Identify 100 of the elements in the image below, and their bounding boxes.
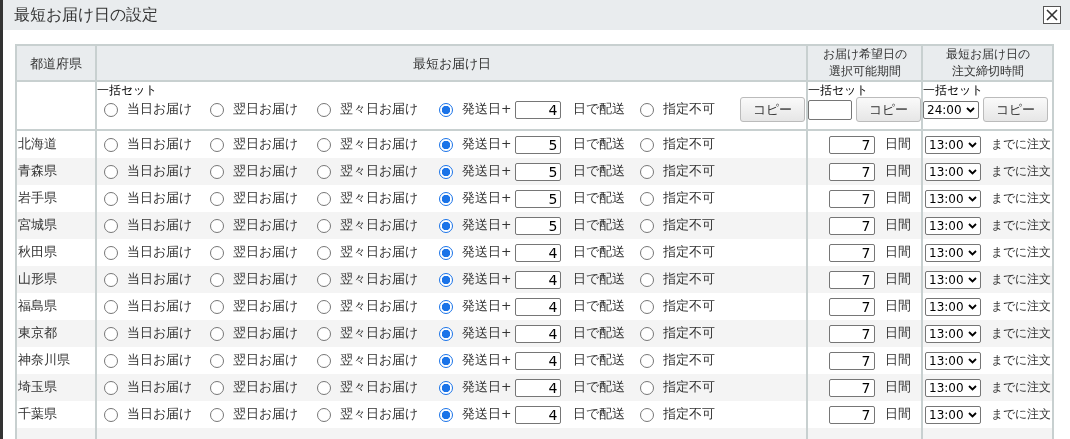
radio-button[interactable] [104, 299, 118, 314]
radio-button[interactable] [210, 326, 224, 341]
period-field[interactable]: 7 [828, 351, 875, 370]
period-field[interactable]: 7 [828, 324, 875, 343]
period-field[interactable]: 7 [828, 135, 875, 154]
radio-button[interactable] [104, 407, 118, 422]
period-field[interactable]: 7 [828, 405, 875, 424]
radio-button[interactable] [439, 218, 453, 233]
radio-button[interactable] [640, 164, 654, 179]
radio-button[interactable] [210, 299, 224, 314]
time-select[interactable]: 13:00 [925, 135, 981, 154]
radio-button[interactable] [640, 380, 654, 395]
period-field[interactable]: 7 [828, 189, 875, 208]
period-field[interactable]: 7 [828, 297, 875, 316]
radio-button[interactable] [210, 102, 224, 117]
radio-button[interactable] [104, 380, 118, 395]
radio-button[interactable] [439, 380, 453, 395]
radio-button[interactable] [210, 137, 224, 152]
radio-button[interactable] [317, 299, 331, 314]
radio-button[interactable] [317, 245, 331, 260]
days-field[interactable]: 4 [515, 243, 562, 262]
radio-button[interactable] [317, 137, 331, 152]
radio-button[interactable] [104, 245, 118, 260]
time-select[interactable]: 24:00 [924, 100, 979, 119]
radio-button[interactable] [104, 164, 118, 179]
radio-button[interactable] [439, 245, 453, 260]
period-field[interactable]: 7 [828, 270, 875, 289]
radio-button[interactable] [439, 299, 453, 314]
radio-button[interactable] [317, 380, 331, 395]
radio-button[interactable] [210, 191, 224, 206]
radio-button[interactable] [439, 191, 453, 206]
radio-button[interactable] [104, 353, 118, 368]
time-select[interactable]: 13:00 [925, 216, 981, 235]
radio-button[interactable] [104, 218, 118, 233]
days-field[interactable]: 4 [515, 270, 562, 289]
time-select[interactable]: 13:00 [925, 162, 981, 181]
days-field[interactable]: 5 [515, 135, 562, 154]
time-select[interactable]: 13:00 [925, 297, 981, 316]
radio-button[interactable] [640, 272, 654, 287]
time-select[interactable]: 13:00 [925, 405, 981, 424]
radio-button[interactable] [317, 218, 331, 233]
radio-button[interactable] [210, 407, 224, 422]
radio-button[interactable] [640, 102, 654, 117]
time-select[interactable]: 13:00 [925, 378, 981, 397]
radio-button[interactable] [210, 380, 224, 395]
radio-button[interactable] [317, 407, 331, 422]
close-icon[interactable] [1043, 6, 1061, 24]
radio-button[interactable] [317, 353, 331, 368]
radio-button[interactable] [104, 326, 118, 341]
radio-button[interactable] [640, 353, 654, 368]
radio-button[interactable] [439, 326, 453, 341]
radio-button[interactable] [317, 272, 331, 287]
copy-button[interactable]: コピー [740, 97, 805, 122]
radio-button[interactable] [640, 299, 654, 314]
days-field[interactable]: 5 [515, 216, 562, 235]
radio-button[interactable] [317, 191, 331, 206]
radio-button[interactable] [104, 191, 118, 206]
radio-button[interactable] [640, 191, 654, 206]
radio-button[interactable] [104, 272, 118, 287]
radio-button[interactable] [439, 102, 453, 117]
radio-button[interactable] [439, 353, 453, 368]
radio-button[interactable] [640, 218, 654, 233]
time-select[interactable]: 13:00 [925, 324, 981, 343]
period-field[interactable]: 7 [828, 378, 875, 397]
days-field[interactable]: 4 [515, 100, 562, 119]
radio-button[interactable] [317, 102, 331, 117]
period-field[interactable]: 7 [828, 216, 875, 235]
days-field[interactable]: 4 [515, 405, 562, 424]
time-select[interactable]: 13:00 [925, 270, 981, 289]
radio-button[interactable] [210, 245, 224, 260]
radio-button[interactable] [210, 272, 224, 287]
time-select[interactable]: 13:00 [925, 189, 981, 208]
radio-button[interactable] [439, 164, 453, 179]
radio-button[interactable] [640, 137, 654, 152]
radio-button[interactable] [439, 272, 453, 287]
radio-button[interactable] [640, 326, 654, 341]
days-field[interactable]: 4 [515, 378, 562, 397]
time-select[interactable]: 13:00 [925, 351, 981, 370]
period-field[interactable]: 7 [828, 243, 875, 262]
days-field[interactable]: 4 [515, 324, 562, 343]
radio-button[interactable] [439, 407, 453, 422]
days-field[interactable]: 4 [515, 297, 562, 316]
time-select[interactable]: 13:00 [925, 243, 981, 262]
radio-button[interactable] [104, 137, 118, 152]
radio-button[interactable] [210, 218, 224, 233]
radio-button[interactable] [439, 137, 453, 152]
period-field[interactable] [809, 99, 852, 120]
radio-button[interactable] [104, 102, 118, 117]
period-field[interactable]: 7 [828, 162, 875, 181]
days-field[interactable]: 4 [515, 351, 562, 370]
days-field[interactable]: 5 [515, 189, 562, 208]
radio-button[interactable] [317, 326, 331, 341]
radio-button[interactable] [640, 245, 654, 260]
radio-button[interactable] [210, 164, 224, 179]
copy-button[interactable]: コピー [982, 97, 1048, 122]
days-field[interactable]: 5 [515, 162, 562, 181]
radio-button[interactable] [640, 407, 654, 422]
radio-button[interactable] [317, 164, 331, 179]
copy-button[interactable]: コピー [856, 97, 920, 122]
radio-button[interactable] [210, 353, 224, 368]
